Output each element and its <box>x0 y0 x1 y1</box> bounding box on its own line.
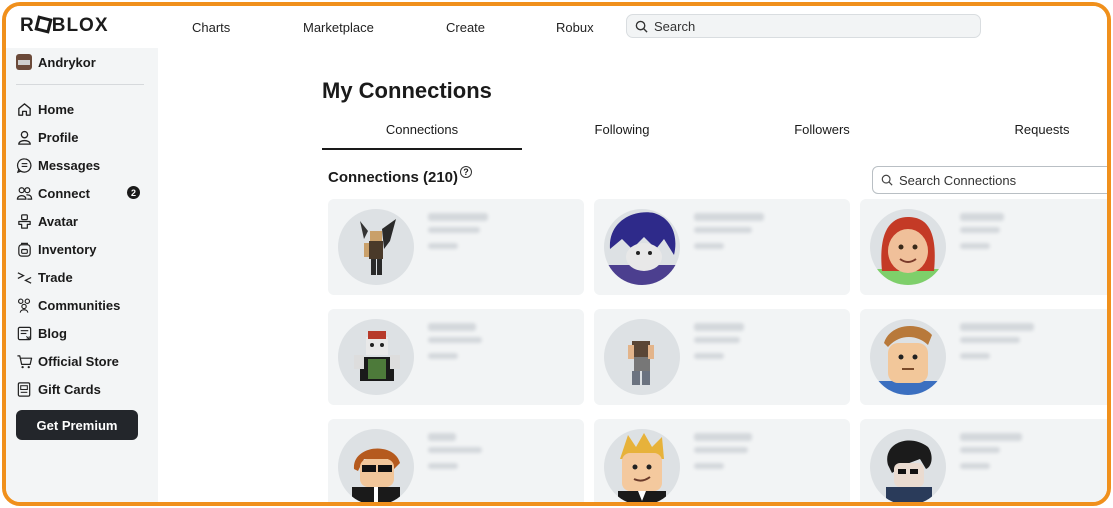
help-icon[interactable]: ? <box>460 166 473 178</box>
search-icon <box>635 20 648 33</box>
redacted-name <box>960 323 1034 331</box>
redacted-status <box>960 463 990 469</box>
search-icon <box>881 174 893 186</box>
connection-avatar <box>338 209 414 285</box>
redacted-username <box>428 447 482 453</box>
connection-avatar <box>338 429 414 502</box>
connection-avatar <box>604 319 680 395</box>
connection-avatar <box>338 319 414 395</box>
sidebar-item-home[interactable]: Home <box>16 98 74 120</box>
sidebar-item-inventory[interactable]: Inventory <box>16 238 97 260</box>
redacted-username <box>960 337 1020 343</box>
connections-search-input[interactable] <box>899 172 1099 188</box>
connection-card[interactable] <box>328 199 584 295</box>
redacted-name <box>694 433 752 441</box>
redacted-status <box>960 243 990 249</box>
avatar-icon <box>18 213 31 229</box>
connections-count-heading: Connections (210) ? <box>328 166 473 186</box>
redacted-username <box>428 227 480 233</box>
top-bar: R BLOX Charts Marketplace Create Robux <box>6 6 1107 48</box>
connection-card[interactable] <box>860 309 1107 405</box>
communities-icon <box>17 298 31 313</box>
redacted-status <box>428 463 458 469</box>
tab-following[interactable]: Following <box>522 122 722 137</box>
app-frame: RBLOX Charts Marketplace Create Robux An… <box>2 2 1111 506</box>
redacted-name <box>694 323 744 331</box>
messages-icon <box>16 157 32 173</box>
connection-avatar <box>604 429 680 502</box>
redacted-status <box>694 463 724 469</box>
connection-card[interactable] <box>328 419 584 502</box>
nav-marketplace[interactable]: Marketplace <box>303 20 374 35</box>
redacted-name <box>428 213 488 221</box>
home-icon <box>18 102 31 116</box>
user-profile-link[interactable]: Andrykor <box>16 54 96 70</box>
tab-followers[interactable]: Followers <box>722 122 922 137</box>
redacted-status <box>960 353 990 359</box>
tab-connections[interactable]: Connections <box>322 122 522 137</box>
connections-tabs: Connections Following Followers Requests <box>322 122 1107 152</box>
sidebar-item-communities[interactable]: Communities <box>16 294 120 316</box>
sidebar: Andrykor Home Profile Messages Connect 2… <box>6 48 158 502</box>
trade-icon <box>17 271 32 284</box>
blog-icon <box>17 326 32 340</box>
redacted-status <box>694 353 724 359</box>
get-premium-button[interactable]: Get Premium <box>16 410 138 440</box>
connection-card[interactable] <box>860 419 1107 502</box>
connect-notification-badge: 2 <box>127 186 140 199</box>
global-search[interactable] <box>626 14 981 38</box>
profile-icon <box>18 130 31 145</box>
redacted-username <box>428 337 482 343</box>
redacted-status <box>428 353 458 359</box>
gift-card-icon <box>17 381 31 397</box>
connection-avatar <box>870 429 946 502</box>
nav-create[interactable]: Create <box>446 20 485 35</box>
sidebar-item-messages[interactable]: Messages <box>16 154 100 176</box>
redacted-name <box>694 213 764 221</box>
search-input[interactable] <box>654 18 954 34</box>
redacted-username <box>694 447 748 453</box>
connection-avatar <box>870 319 946 395</box>
inventory-icon <box>18 242 31 257</box>
roblox-logo[interactable]: R BLOX <box>20 15 109 37</box>
redacted-username <box>960 447 1000 453</box>
user-avatar <box>16 54 32 70</box>
sidebar-item-gift-cards[interactable]: Gift Cards <box>16 378 101 400</box>
connect-icon <box>16 186 33 200</box>
nav-robux[interactable]: Robux <box>556 20 594 35</box>
username: Andrykor <box>38 54 96 70</box>
sidebar-item-connect[interactable]: Connect <box>16 182 90 204</box>
connection-card[interactable] <box>594 419 850 502</box>
sidebar-item-official-store[interactable]: Official Store <box>16 350 119 372</box>
redacted-username <box>694 337 740 343</box>
connection-card[interactable] <box>860 199 1107 295</box>
sidebar-divider <box>16 84 144 85</box>
redacted-status <box>428 243 458 249</box>
redacted-username <box>960 227 1000 233</box>
connections-search[interactable] <box>872 166 1107 194</box>
sidebar-item-profile[interactable]: Profile <box>16 126 78 148</box>
page-title: My Connections <box>322 78 492 103</box>
sidebar-item-trade[interactable]: Trade <box>16 266 73 288</box>
connection-avatar <box>604 209 680 285</box>
redacted-name <box>960 213 1004 221</box>
redacted-name <box>428 433 456 441</box>
connection-card[interactable] <box>594 309 850 405</box>
connection-card[interactable] <box>328 309 584 405</box>
connection-card[interactable] <box>594 199 850 295</box>
sidebar-item-avatar[interactable]: Avatar <box>16 210 78 232</box>
cart-icon <box>17 354 33 368</box>
nav-charts[interactable]: Charts <box>192 20 230 35</box>
redacted-username <box>694 227 752 233</box>
redacted-name <box>428 323 476 331</box>
active-tab-indicator <box>322 148 522 150</box>
sidebar-item-blog[interactable]: Blog <box>16 322 67 344</box>
tab-requests[interactable]: Requests <box>942 122 1107 137</box>
redacted-name <box>960 433 1022 441</box>
connection-avatar <box>870 209 946 285</box>
redacted-status <box>694 243 724 249</box>
